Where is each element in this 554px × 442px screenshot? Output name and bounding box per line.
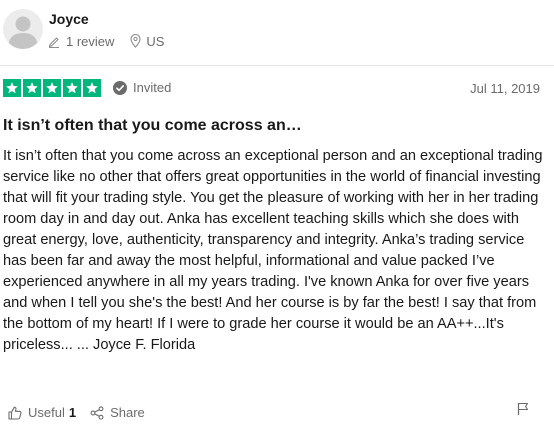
star-icon: [83, 79, 101, 97]
reviewer-location: US: [130, 34, 164, 49]
flag-button[interactable]: [517, 402, 529, 421]
reviewer-meta: 1 review US: [48, 32, 164, 50]
star-icon: [43, 79, 61, 97]
location-pin-icon: [130, 34, 141, 48]
star-icon: [3, 79, 21, 97]
review-title[interactable]: It isn’t often that you come across an…: [3, 117, 302, 135]
review-count: 1 review: [48, 34, 114, 49]
pencil-icon: [48, 36, 59, 48]
star-icon: [63, 79, 81, 97]
flag-icon: [517, 402, 529, 415]
check-circle-icon: [113, 80, 127, 95]
location-label: US: [146, 33, 165, 49]
share-icon: [90, 405, 104, 420]
star-rating: [3, 79, 103, 97]
person-silhouette-icon: [8, 16, 38, 49]
review-actions: Useful 1 Share: [8, 405, 145, 420]
star-icon: [23, 79, 41, 97]
useful-count: 1: [68, 405, 77, 420]
review-count-label: 1 review: [66, 33, 115, 49]
reviewer-name[interactable]: Joyce: [49, 11, 89, 27]
useful-button[interactable]: Useful 1: [8, 405, 76, 420]
review-body: It isn’t often that you come across an e…: [3, 148, 543, 353]
verification-label: Invited: [133, 80, 172, 95]
avatar[interactable]: [3, 9, 43, 49]
thumbs-up-icon: [8, 406, 22, 420]
review-date: Jul 11, 2019: [470, 81, 540, 96]
divider: [0, 65, 554, 66]
useful-label: Useful: [28, 405, 65, 420]
share-button[interactable]: Share: [90, 405, 145, 420]
share-label: Share: [110, 405, 145, 420]
verification-badge[interactable]: Invited: [113, 80, 171, 95]
